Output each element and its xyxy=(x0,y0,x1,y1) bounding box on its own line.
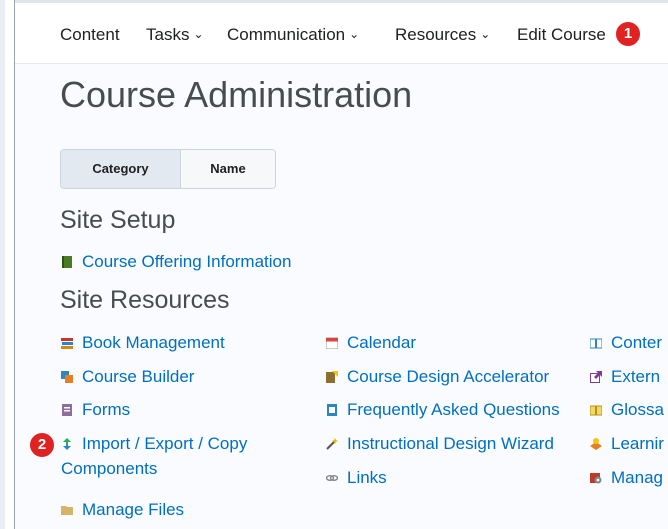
folder-icon xyxy=(61,504,73,516)
link-label: Instructional Design Wizard xyxy=(347,434,554,453)
link-book-management[interactable]: Book Management xyxy=(61,333,225,353)
nav-communication-label: Communication xyxy=(227,25,346,44)
link-course-builder[interactable]: Course Builder xyxy=(61,367,194,387)
course-builder-icon xyxy=(61,371,73,383)
link-label: Book Management xyxy=(82,333,225,352)
link-label: Forms xyxy=(82,400,131,419)
callout-badge-2: 2 xyxy=(29,432,55,458)
link-links[interactable]: Links xyxy=(326,468,387,488)
link-course-design-accelerator[interactable]: Course Design Accelerator xyxy=(326,367,549,387)
link-label: Import / Export / Copy xyxy=(82,434,248,453)
link-label: Manag xyxy=(611,468,663,487)
link-course-offering-information[interactable]: Course Offering Information xyxy=(61,252,291,272)
view-by-name-button[interactable]: Name xyxy=(181,150,275,188)
link-label: Frequently Asked Questions xyxy=(347,400,560,419)
link-label: Course Offering Information xyxy=(82,252,292,271)
import-export-icon xyxy=(61,438,73,450)
link-instructional-design-wizard[interactable]: Instructional Design Wizard xyxy=(326,434,554,454)
link-label: Learnir xyxy=(611,434,664,453)
link-calendar[interactable]: Calendar xyxy=(326,333,416,353)
manage-gear-icon xyxy=(590,472,602,484)
wizard-wand-icon xyxy=(326,438,338,450)
links-chain-icon xyxy=(326,472,338,484)
link-glossary[interactable]: Glossa xyxy=(590,400,664,420)
nav-resources-menu[interactable]: Resources ⌄ xyxy=(395,25,490,45)
books-stack-icon xyxy=(61,337,73,349)
link-label: Components xyxy=(61,459,158,478)
course-navbar: Content Tasks ⌄ Communication ⌄ Resources ⌄… xyxy=(15,3,668,64)
content-book-icon xyxy=(590,337,602,349)
link-label: Links xyxy=(347,468,387,487)
link-manage-files[interactable]: Manage Files xyxy=(61,500,184,520)
forms-icon xyxy=(61,404,73,416)
chevron-down-icon: ⌄ xyxy=(480,27,491,41)
link-import-export-copy-line2[interactable]: Components xyxy=(61,459,157,479)
link-external-tools[interactable]: Extern xyxy=(590,367,660,387)
link-frequently-asked-questions[interactable]: Frequently Asked Questions xyxy=(326,400,560,420)
link-label: Course Design Accelerator xyxy=(347,367,550,386)
view-toggle: Category Name xyxy=(60,149,276,189)
nav-communication-menu[interactable]: Communication ⌄ xyxy=(227,25,359,45)
nav-tasks-label: Tasks xyxy=(146,25,190,44)
link-label: Glossa xyxy=(611,400,664,419)
learning-icon xyxy=(590,438,602,450)
link-label: Course Builder xyxy=(82,367,195,386)
nav-content[interactable]: Content xyxy=(60,25,120,45)
green-book-icon xyxy=(61,256,73,268)
link-label: Conter xyxy=(611,333,663,352)
nav-content-label: Content xyxy=(60,25,120,44)
link-content[interactable]: Conter xyxy=(590,333,662,353)
nav-edit-course-label: Edit Course xyxy=(517,25,606,44)
callout-badge-1: 1 xyxy=(615,21,641,47)
design-accelerator-icon xyxy=(326,371,338,383)
link-label: Manage Files xyxy=(82,500,185,519)
link-learning[interactable]: Learnir xyxy=(590,434,664,454)
nav-edit-course[interactable]: Edit Course xyxy=(517,25,606,45)
external-tools-icon xyxy=(590,371,602,383)
calendar-icon xyxy=(326,337,338,349)
section-title-site-resources: Site Resources xyxy=(60,286,230,314)
link-label: Extern xyxy=(611,367,661,386)
link-label: Calendar xyxy=(347,333,416,352)
nav-resources-label: Resources xyxy=(395,25,477,44)
chevron-down-icon: ⌄ xyxy=(193,27,204,41)
section-title-site-setup: Site Setup xyxy=(60,206,176,234)
page-title: Course Administration xyxy=(60,74,413,115)
faq-icon xyxy=(326,404,338,416)
window-left-margin xyxy=(0,0,5,529)
chevron-down-icon: ⌄ xyxy=(349,27,360,41)
glossary-icon xyxy=(590,404,602,416)
link-manage[interactable]: Manag xyxy=(590,468,663,488)
link-import-export-copy[interactable]: Import / Export / Copy xyxy=(61,434,247,454)
link-forms[interactable]: Forms xyxy=(61,400,130,420)
nav-tasks-menu[interactable]: Tasks ⌄ xyxy=(146,25,204,45)
view-by-category-button[interactable]: Category xyxy=(61,150,181,188)
